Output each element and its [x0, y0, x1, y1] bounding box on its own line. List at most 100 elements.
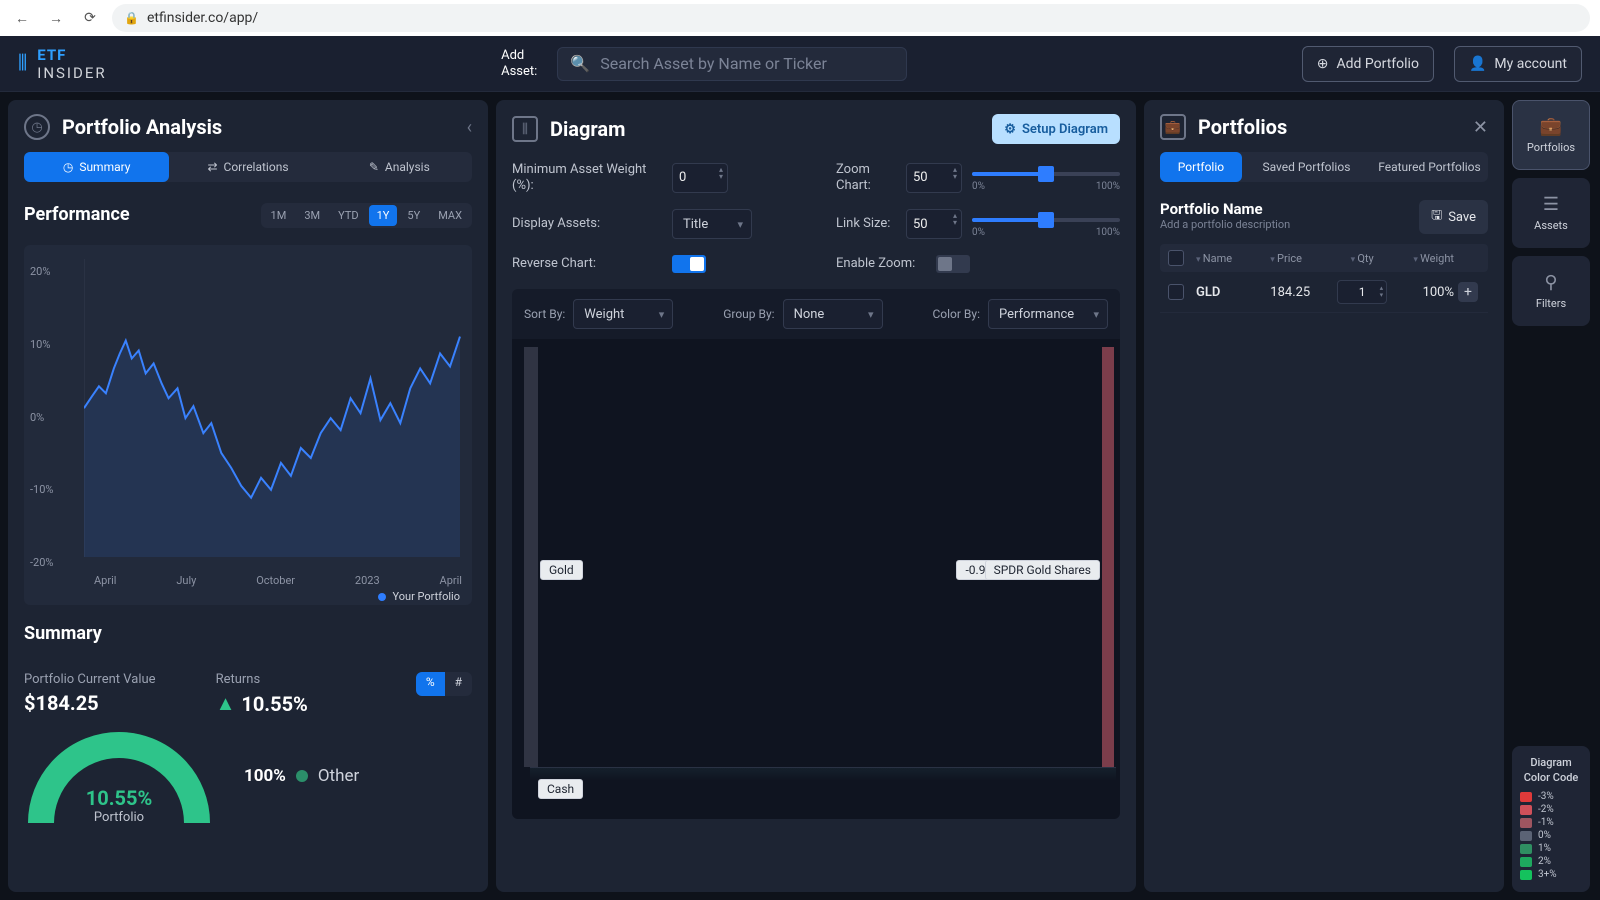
- color-by-label: Color By:: [932, 307, 980, 321]
- analysis-tabs: ◷Summary ⇄Correlations ✎Analysis: [24, 152, 472, 182]
- search-input[interactable]: 🔍 Search Asset by Name or Ticker: [557, 47, 907, 81]
- save-button[interactable]: 🖫 Save: [1419, 200, 1488, 234]
- tab-summary[interactable]: ◷Summary: [24, 152, 169, 182]
- chart-legend: Your Portfolio: [378, 590, 460, 603]
- setup-label: Setup Diagram: [1022, 122, 1108, 137]
- color-swatch: [1520, 792, 1532, 802]
- returns-label: Returns: [216, 672, 308, 687]
- diagram-panel: ⫼ Diagram ⚙Setup Diagram Minimum Asset W…: [496, 100, 1136, 892]
- col-weight[interactable]: Weight: [1395, 252, 1454, 265]
- panel-title: Diagram: [550, 117, 625, 141]
- min-weight-input[interactable]: 0▴▾: [672, 163, 728, 193]
- toggle-pct[interactable]: %: [416, 672, 445, 696]
- sliders-icon: ⚲: [1544, 272, 1557, 293]
- spinner-icon[interactable]: ▴▾: [953, 166, 957, 180]
- address-bar[interactable]: 🔒 etfinsider.co/app/: [112, 4, 1590, 32]
- tab-featured[interactable]: Featured Portfolios: [1371, 152, 1488, 182]
- range-1y[interactable]: 1Y: [369, 205, 398, 226]
- node-label-spdr[interactable]: SPDR Gold Shares: [985, 560, 1100, 580]
- row-symbol[interactable]: GLD: [1196, 285, 1266, 300]
- save-icon: 🖫: [1431, 206, 1442, 228]
- zoom-slider[interactable]: 0%100%: [972, 163, 1120, 193]
- portfolio-desc[interactable]: Add a portfolio description: [1160, 218, 1409, 231]
- gear-icon: ⚙: [1004, 122, 1016, 137]
- enable-zoom-toggle[interactable]: [936, 255, 970, 273]
- x-axis-labels: AprilJulyOctober2023April: [94, 574, 462, 587]
- right-rail: 💼Portfolios ☰Assets ⚲Filters Diagram Col…: [1512, 100, 1590, 892]
- logo[interactable]: ⫴ ETF INSIDER: [18, 46, 107, 82]
- group-by-select[interactable]: None: [783, 299, 883, 329]
- row-qty-input[interactable]: 1▴▾: [1337, 280, 1387, 304]
- col-name[interactable]: Name: [1196, 252, 1266, 265]
- holdings-header: Name Price Qty Weight: [1160, 244, 1488, 272]
- reload-icon[interactable]: ⟳: [78, 10, 102, 26]
- portfolio-name[interactable]: Portfolio Name: [1160, 200, 1409, 218]
- toggle-num[interactable]: #: [445, 672, 472, 696]
- panel-title: Portfolios: [1198, 115, 1287, 139]
- add-portfolio-button[interactable]: ⊕ Add Portfolio: [1302, 46, 1434, 82]
- logo-text-1: ETF: [37, 46, 106, 64]
- tab-saved[interactable]: Saved Portfolios: [1248, 152, 1365, 182]
- back-icon[interactable]: ←: [10, 10, 34, 27]
- tab-label: Analysis: [385, 160, 430, 174]
- spinner-icon[interactable]: ▴▾: [1380, 285, 1384, 299]
- range-ytd[interactable]: YTD: [330, 205, 366, 226]
- colorcode-label: -2%: [1538, 804, 1554, 815]
- colorcode-label: 3+%: [1538, 869, 1557, 880]
- range-max[interactable]: MAX: [430, 205, 470, 226]
- diagram-canvas[interactable]: Gold -0.99% SPDR Gold Shares Cash: [512, 339, 1120, 819]
- range-1m[interactable]: 1M: [263, 205, 295, 226]
- rail-assets[interactable]: ☰Assets: [1512, 178, 1590, 248]
- zoom-input[interactable]: 50▴▾: [906, 163, 962, 193]
- color-by-select[interactable]: Performance: [988, 299, 1108, 329]
- select-all-checkbox[interactable]: [1168, 250, 1184, 266]
- donut-pct: 10.55%: [24, 786, 214, 810]
- row-add-button[interactable]: +: [1458, 282, 1478, 302]
- node-bar-right: [1102, 347, 1114, 767]
- color-swatch: [1520, 805, 1532, 815]
- color-code-legend: Diagram Color Code -3%-2%-1%0%1%2%3+%: [1512, 746, 1590, 892]
- forward-icon[interactable]: →: [44, 10, 68, 27]
- col-qty[interactable]: Qty: [1333, 252, 1392, 265]
- spinner-icon[interactable]: ▴▾: [953, 212, 957, 226]
- setup-diagram-button[interactable]: ⚙ Setup Diagram: [992, 114, 1120, 144]
- close-icon[interactable]: ✕: [1473, 117, 1488, 138]
- lock-icon: 🔒: [124, 11, 139, 25]
- current-value: $184.25: [24, 691, 156, 715]
- rail-label: Assets: [1534, 219, 1568, 232]
- min-weight-label: Minimum Asset Weight (%):: [512, 162, 662, 193]
- browser-chrome: ← → ⟳ 🔒 etfinsider.co/app/: [0, 0, 1600, 36]
- link-slider[interactable]: 0%100%: [972, 209, 1120, 239]
- colorcode-row: 1%: [1520, 843, 1582, 854]
- reverse-chart-toggle[interactable]: [672, 255, 706, 273]
- sort-by-select[interactable]: Weight: [573, 299, 673, 329]
- colorcode-row: 0%: [1520, 830, 1582, 841]
- node-label-cash[interactable]: Cash: [538, 779, 583, 799]
- tab-correlations[interactable]: ⇄Correlations: [175, 152, 320, 182]
- save-label: Save: [1448, 210, 1476, 225]
- time-range: 1M 3M YTD 1Y 5Y MAX: [261, 203, 472, 228]
- pct-num-toggle[interactable]: % #: [416, 672, 472, 696]
- summary-title: Summary: [24, 623, 472, 644]
- tab-analysis[interactable]: ✎Analysis: [327, 152, 472, 182]
- col-price[interactable]: Price: [1270, 252, 1329, 265]
- rail-filters[interactable]: ⚲Filters: [1512, 256, 1590, 326]
- range-5y[interactable]: 5Y: [399, 205, 428, 226]
- colorcode-row: 3+%: [1520, 869, 1582, 880]
- my-account-button[interactable]: 👤 My account: [1454, 46, 1582, 82]
- app-topbar: ⫴ ETF INSIDER Add Asset: 🔍 Search Asset …: [0, 36, 1600, 92]
- tab-portfolio[interactable]: Portfolio: [1160, 152, 1242, 182]
- row-checkbox[interactable]: [1168, 284, 1184, 300]
- collapse-icon[interactable]: ‹: [467, 117, 472, 138]
- search-placeholder: Search Asset by Name or Ticker: [600, 54, 827, 73]
- display-assets-select[interactable]: Title: [672, 209, 752, 239]
- tab-label: Correlations: [224, 160, 289, 174]
- spinner-icon[interactable]: ▴▾: [719, 166, 723, 180]
- rail-portfolios[interactable]: 💼Portfolios: [1512, 100, 1590, 170]
- node-label-gold[interactable]: Gold: [540, 560, 583, 580]
- range-3m[interactable]: 3M: [296, 205, 328, 226]
- color-swatch: [1520, 831, 1532, 841]
- link-size-input[interactable]: 50▴▾: [906, 209, 962, 239]
- allocation-other: 100%Other: [244, 766, 359, 786]
- colorcode-row: 2%: [1520, 856, 1582, 867]
